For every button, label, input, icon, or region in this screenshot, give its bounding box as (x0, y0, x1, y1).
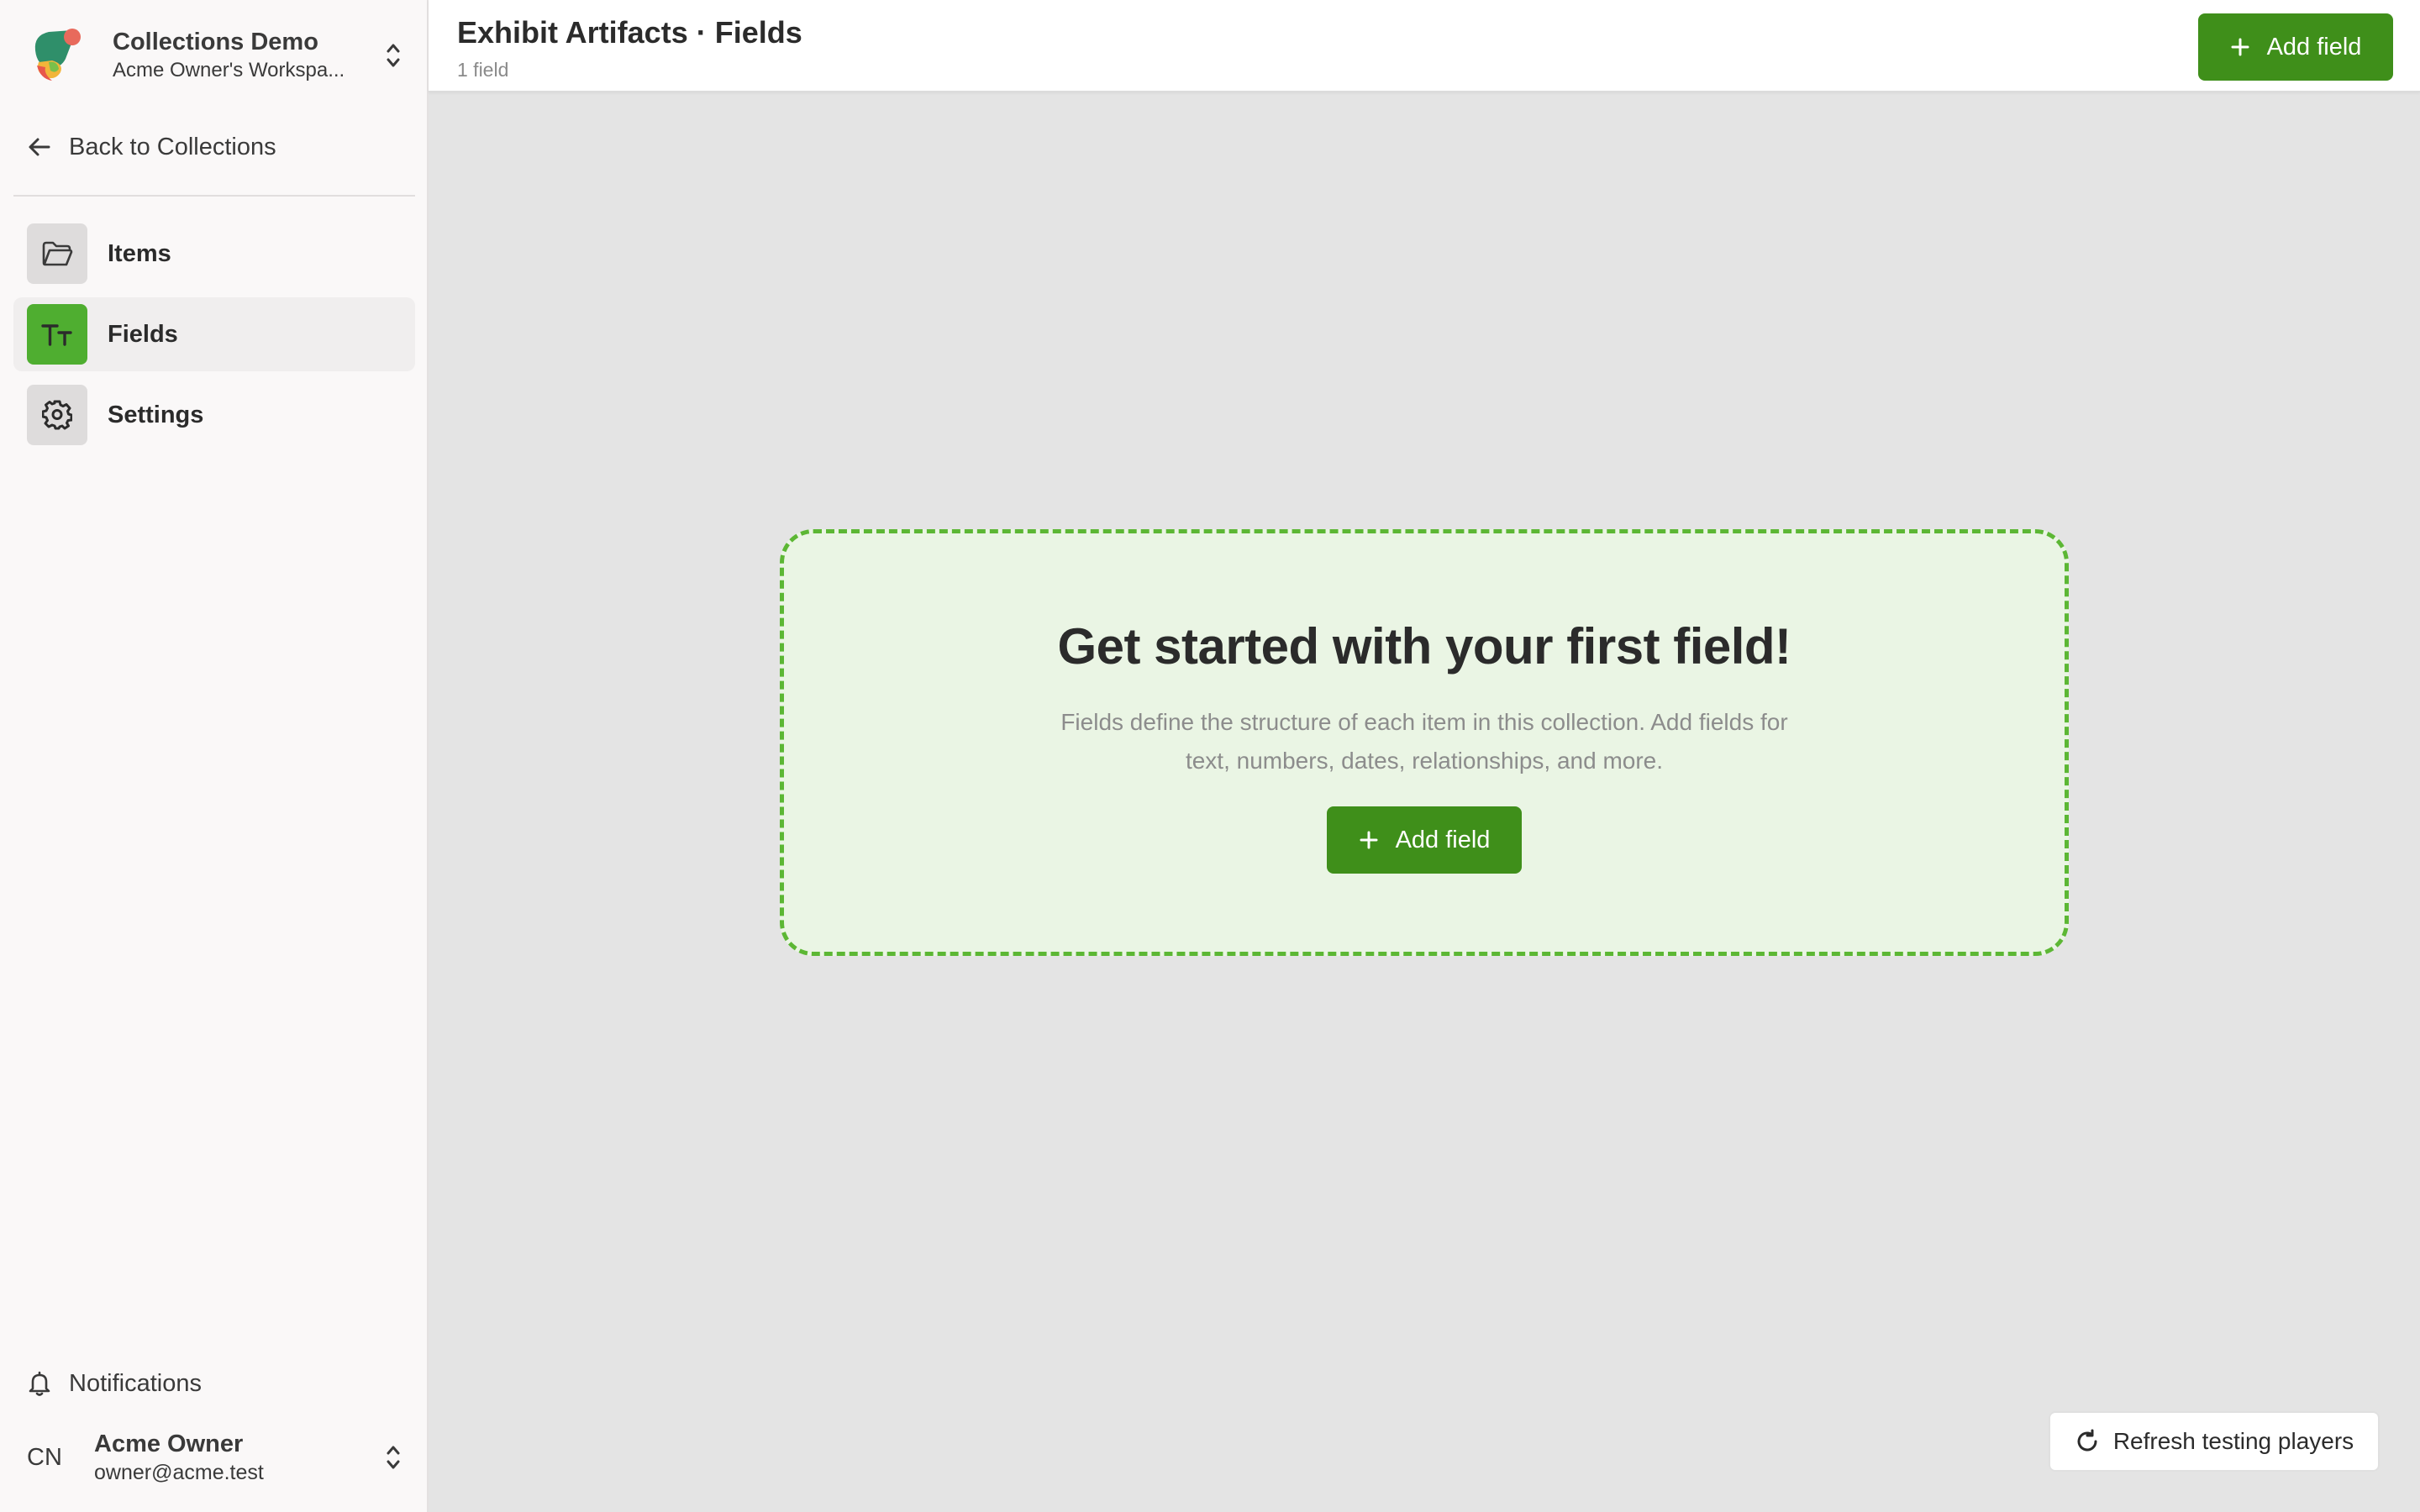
chevron-up-down-icon (381, 1441, 405, 1474)
workspace-subtitle: Acme Owner's Workspa... (113, 59, 345, 81)
add-field-label: Add field (1395, 826, 1491, 853)
text-type-icon (27, 304, 87, 365)
refresh-label: Refresh testing players (2112, 1428, 2354, 1454)
bell-icon (27, 1370, 52, 1397)
app-logo (27, 25, 87, 86)
refresh-testing-players-button[interactable]: Refresh testing players (2049, 1411, 2380, 1472)
empty-state-card: Get started with your first field! Field… (780, 529, 2069, 956)
empty-add-field-button[interactable]: Add field (1327, 806, 1522, 874)
sidebar: Collections Demo Acme Owner's Workspa...… (0, 0, 429, 1512)
sidebar-item-label: Items (108, 239, 171, 267)
avatar: CN (27, 1443, 62, 1471)
back-link-label: Back to Collections (69, 133, 276, 160)
main-content: Exhibit Artifacts · Fields 1 field Add f… (429, 0, 2420, 1512)
chevron-up-down-icon (381, 39, 405, 72)
notifications-label: Notifications (69, 1369, 202, 1397)
refresh-icon (2075, 1429, 2100, 1454)
user-email: owner@acme.test (94, 1461, 264, 1484)
folder-icon (27, 223, 87, 284)
back-to-collections-link[interactable]: Back to Collections (27, 126, 276, 168)
notifications-link[interactable]: Notifications (27, 1362, 202, 1404)
sidebar-item-items[interactable]: Items (13, 217, 415, 291)
arrow-left-icon (27, 134, 52, 160)
sidebar-divider (13, 195, 415, 197)
workspace-switcher[interactable]: Collections Demo Acme Owner's Workspa... (27, 22, 405, 89)
workspace-title: Collections Demo (113, 29, 318, 55)
page-title: Exhibit Artifacts · Fields (457, 15, 802, 50)
empty-state-title: Get started with your first field! (1057, 618, 1791, 675)
gear-icon (27, 385, 87, 445)
sidebar-item-label: Settings (108, 401, 204, 428)
sidebar-item-settings[interactable]: Settings (13, 378, 415, 452)
top-bar: Exhibit Artifacts · Fields 1 field Add f… (429, 0, 2420, 92)
sidebar-item-label: Fields (108, 320, 178, 348)
field-count: 1 field (457, 59, 509, 81)
add-field-button[interactable]: Add field (2198, 13, 2393, 81)
add-field-label: Add field (2266, 33, 2362, 60)
user-name: Acme Owner (94, 1431, 244, 1457)
empty-state-description: Fields define the structure of each item… (1060, 709, 1788, 774)
app-root: Collections Demo Acme Owner's Workspa...… (0, 0, 2420, 1512)
sidebar-item-fields[interactable]: Fields (13, 297, 415, 371)
plus-icon (1359, 830, 1379, 850)
user-menu[interactable]: CN Acme Owner owner@acme.test (27, 1424, 405, 1491)
plus-icon (2230, 37, 2250, 57)
